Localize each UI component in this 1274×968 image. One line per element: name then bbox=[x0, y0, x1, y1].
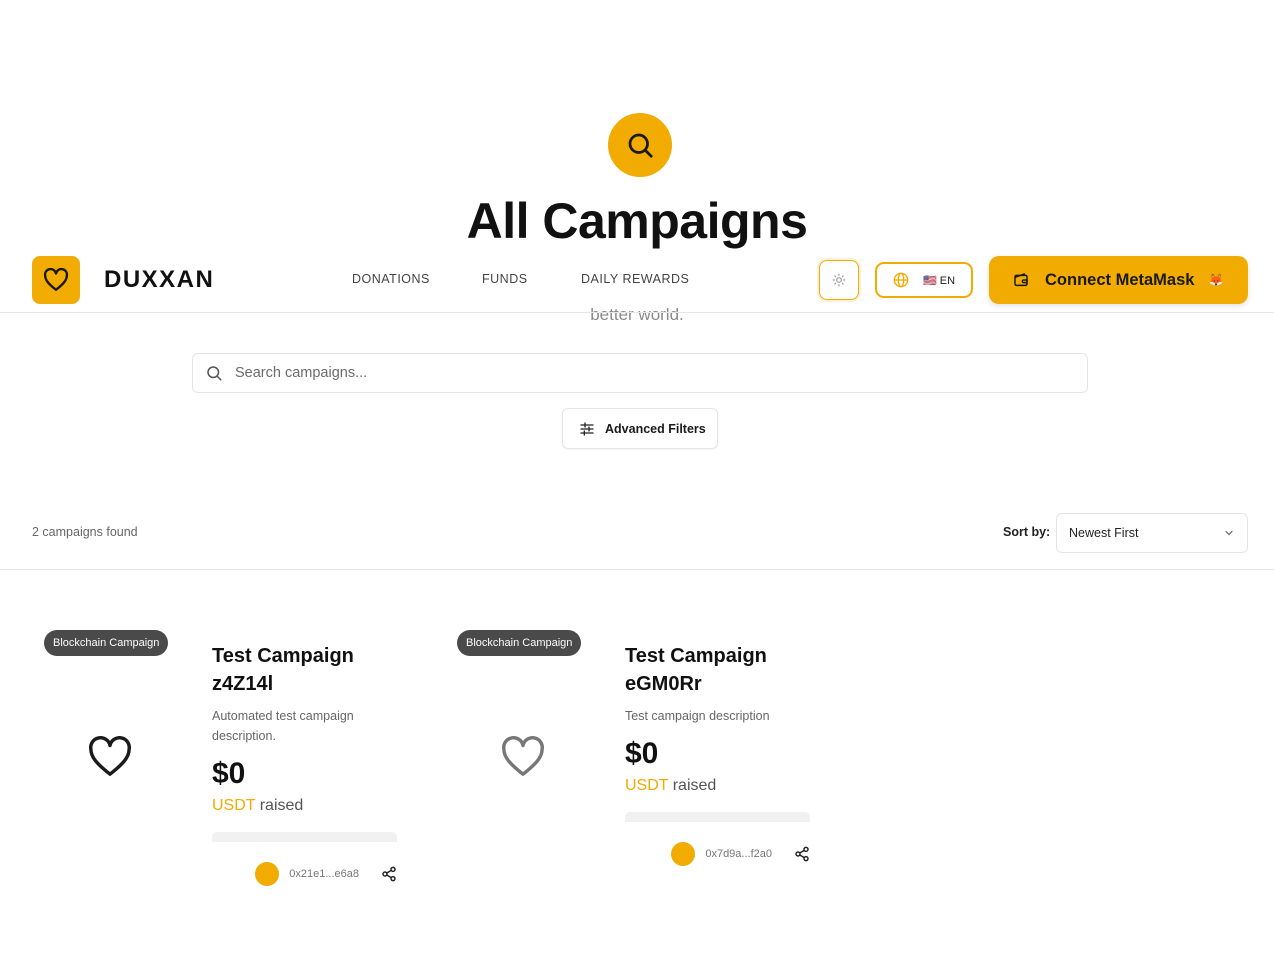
results-count: 2 campaigns found bbox=[32, 525, 138, 539]
top-navbar: DUXXAN DONATIONS FUNDS DAILY REWARDS 🇺🇸 … bbox=[0, 248, 1274, 313]
heart-outline-icon[interactable] bbox=[87, 736, 133, 778]
avatar bbox=[671, 842, 696, 866]
category-badge: Blockchain Campaign bbox=[44, 630, 169, 656]
campaign-card[interactable]: Blockchain Campaign Test Campaign z4Z14l… bbox=[32, 618, 412, 918]
theme-toggle-button[interactable] bbox=[819, 260, 859, 300]
sort-label: Sort by: bbox=[1003, 525, 1051, 539]
raised-label: raised bbox=[259, 797, 304, 814]
language-selector[interactable]: 🇺🇸 EN bbox=[875, 262, 973, 298]
metamask-fox-icon: 🦊 bbox=[1208, 273, 1224, 287]
connect-label: Connect MetaMask bbox=[1045, 270, 1195, 289]
connect-metamask-button[interactable]: Connect MetaMask 🦊 bbox=[989, 256, 1248, 304]
sort-value: Newest First bbox=[1069, 526, 1139, 540]
raised-line: USDT raised bbox=[625, 774, 810, 798]
sort-select[interactable]: Newest First bbox=[1056, 513, 1248, 553]
language-label: 🇺🇸 EN bbox=[923, 274, 956, 287]
advanced-filters-button[interactable]: Advanced Filters bbox=[562, 408, 718, 449]
section-divider bbox=[0, 569, 1274, 570]
raised-label: raised bbox=[672, 777, 717, 794]
creator-address: 0x7d9a...f2a0 bbox=[705, 848, 772, 860]
share-icon[interactable] bbox=[381, 866, 397, 882]
campaign-title[interactable]: Test Campaign z4Z14l bbox=[212, 642, 397, 698]
raised-line: USDT raised bbox=[212, 794, 397, 818]
campaign-card[interactable]: Blockchain Campaign Test Campaign eGM0Rr… bbox=[445, 618, 825, 918]
category-badge: Blockchain Campaign bbox=[457, 630, 582, 656]
hero-search-icon bbox=[608, 113, 672, 177]
globe-icon bbox=[893, 272, 909, 288]
creator-address: 0x21e1...e6a8 bbox=[289, 868, 359, 880]
brand-name[interactable]: DUXXAN bbox=[104, 266, 214, 294]
currency-label: USDT bbox=[625, 777, 669, 794]
creator-row: 0x7d9a...f2a0 bbox=[625, 842, 810, 866]
logo-heart-icon[interactable] bbox=[32, 256, 80, 304]
sliders-icon bbox=[580, 421, 594, 436]
search-input[interactable] bbox=[233, 364, 1053, 382]
campaign-title[interactable]: Test Campaign eGM0Rr bbox=[625, 642, 810, 698]
nav-funds[interactable]: FUNDS bbox=[478, 272, 532, 286]
campaign-amount: $0 bbox=[212, 757, 246, 790]
search-bar[interactable] bbox=[192, 353, 1088, 393]
campaign-amount: $0 bbox=[625, 737, 659, 770]
campaign-description: Test campaign description bbox=[625, 709, 770, 723]
advanced-filters-label: Advanced Filters bbox=[605, 421, 706, 436]
avatar bbox=[255, 862, 280, 886]
progress-bar bbox=[212, 832, 397, 842]
search-icon bbox=[207, 366, 222, 381]
page-title: All Campaigns bbox=[466, 193, 808, 249]
progress-bar bbox=[625, 812, 810, 822]
chevron-down-icon bbox=[1225, 530, 1233, 536]
sun-icon bbox=[832, 273, 846, 287]
currency-label: USDT bbox=[212, 797, 256, 814]
creator-row: 0x21e1...e6a8 bbox=[212, 862, 397, 886]
nav-daily-rewards[interactable]: DAILY REWARDS bbox=[577, 272, 694, 286]
campaign-description: Automated test campaign description. bbox=[212, 709, 354, 743]
nav-donations[interactable]: DONATIONS bbox=[348, 272, 434, 286]
share-icon[interactable] bbox=[794, 846, 810, 862]
wallet-icon bbox=[1013, 272, 1029, 288]
heart-outline-icon[interactable] bbox=[500, 736, 546, 778]
